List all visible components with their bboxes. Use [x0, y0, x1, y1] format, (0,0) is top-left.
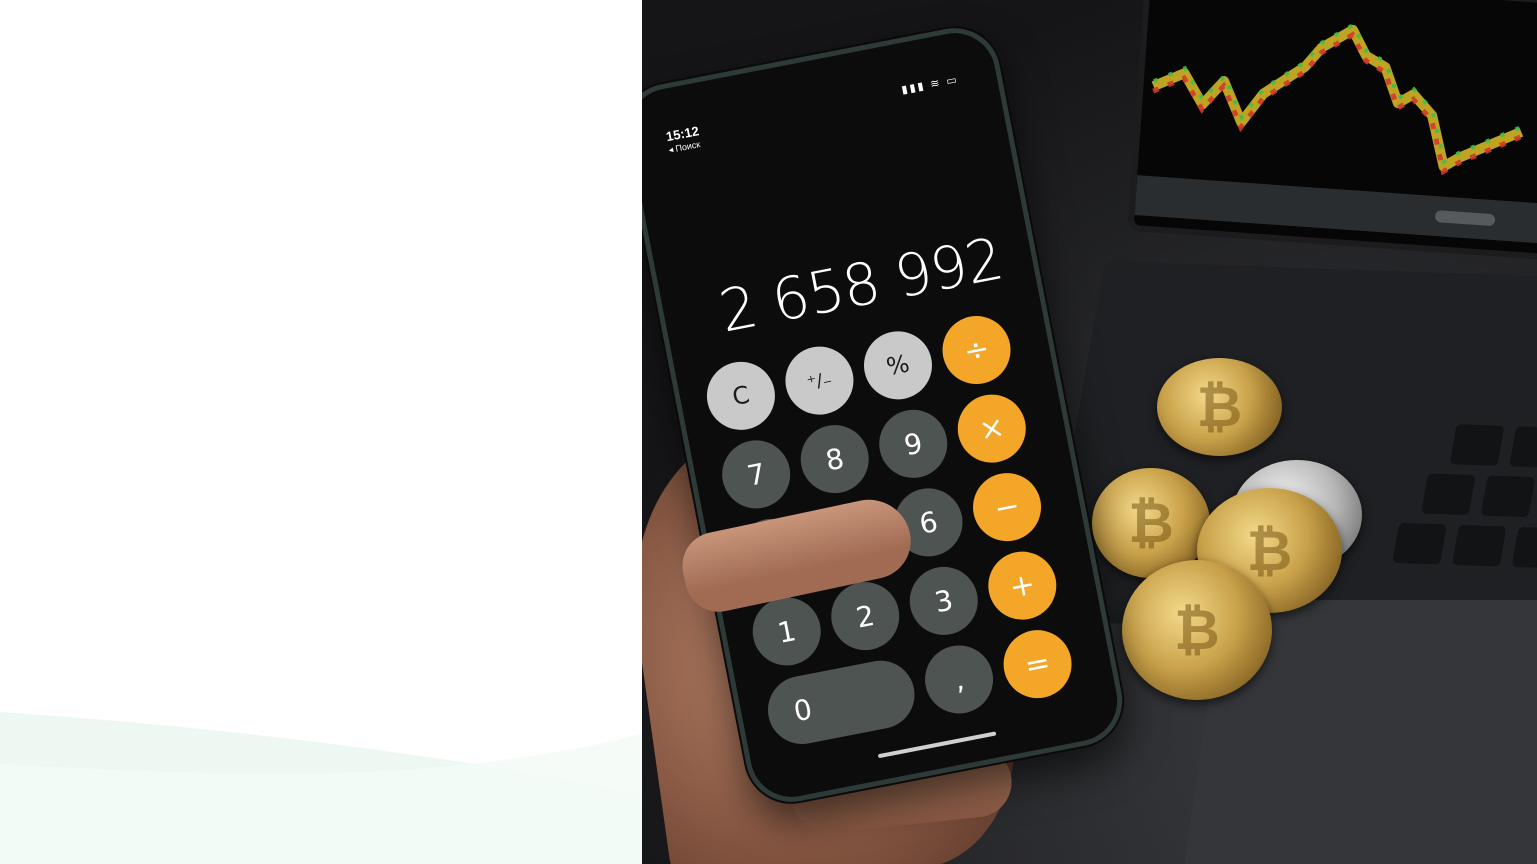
percent-button[interactable]: %	[858, 325, 938, 406]
bitcoin-coin: ₿	[1157, 358, 1282, 456]
digit-2-button[interactable]: 2	[825, 576, 906, 657]
bitcoin-coin: ₿	[1122, 560, 1272, 700]
sign-toggle-button[interactable]: ⁺∕₋	[779, 340, 860, 421]
chart-screen	[1133, 0, 1537, 255]
multiply-button[interactable]: ×	[951, 388, 1032, 469]
left-blank-panel	[0, 0, 642, 864]
home-indicator[interactable]	[877, 731, 997, 759]
digit-0-button[interactable]: 0	[762, 654, 921, 750]
mint-wave-decoration	[0, 712, 642, 864]
candlestick-chart-graphic	[1134, 22, 1537, 245]
hero-photo: ₿ ₿ ₿ ₿ 15:12 ◂ Поиск ▮▮▮ ≋ ▭ 2 658 992 …	[642, 0, 1537, 864]
digit-8-button[interactable]: 8	[794, 419, 875, 499]
digit-7-button[interactable]: 7	[716, 434, 797, 515]
minus-button[interactable]: −	[967, 467, 1047, 547]
decimal-button[interactable]: ,	[919, 639, 999, 720]
status-bar-left: 15:12 ◂ Поиск	[665, 123, 703, 156]
plus-button[interactable]: +	[982, 545, 1063, 626]
status-icons: ▮▮▮ ≋ ▭	[900, 73, 960, 97]
digit-3-button[interactable]: 3	[903, 561, 984, 641]
digit-9-button[interactable]: 9	[873, 403, 954, 484]
divide-button[interactable]: ÷	[936, 310, 1017, 390]
clear-button[interactable]: C	[701, 355, 781, 436]
equals-button[interactable]: =	[997, 624, 1078, 705]
